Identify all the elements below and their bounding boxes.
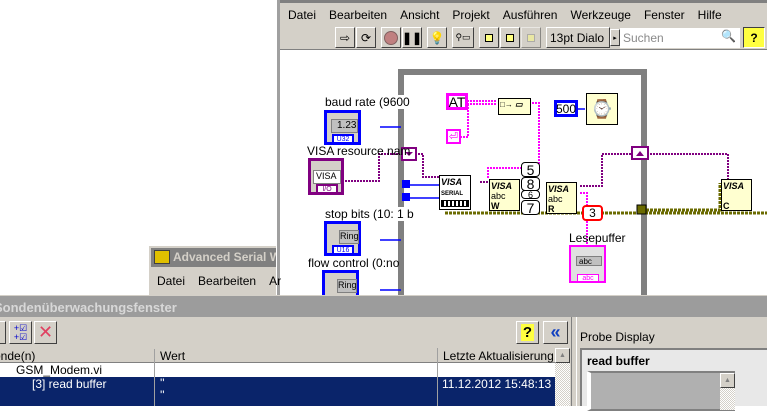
labview-icon [154, 250, 170, 264]
visa-resource-control[interactable]: VISA I/O [308, 158, 344, 195]
serial-menu-datei[interactable]: Datei [157, 274, 185, 288]
flow-control-label: flow control (0:no [308, 256, 400, 270]
visa-read-node[interactable]: VISA abc R [546, 182, 577, 214]
table-scrollbar[interactable]: ▲ [555, 348, 570, 406]
scroll-up-button[interactable]: ▲ [555, 348, 570, 363]
collapse-button[interactable]: « [543, 321, 568, 344]
visa-resource-label: VISA resource nam [307, 144, 411, 158]
delete-probe-button[interactable]: ✕ [34, 321, 57, 344]
probe-3[interactable]: 3 [582, 205, 603, 221]
probe-scroll-up-button[interactable]: ▲ [720, 373, 735, 388]
column-header-value[interactable]: Wert [160, 349, 185, 363]
serial-window: Advanced Serial W Datei Bearbeiten Ar [148, 245, 281, 296]
timeout-constant[interactable]: 500 [554, 100, 578, 117]
read-buffer-indicator-label: Lesepuffer [569, 231, 626, 245]
at-string-constant[interactable]: AT [446, 93, 468, 110]
stop-bits-label: stop bits (10: 1 b [325, 207, 414, 221]
baud-rate-control[interactable]: 1.23 U32 [324, 110, 361, 145]
loop-tunnel [636, 204, 647, 215]
constant-8[interactable]: 8 [521, 176, 540, 192]
splitter[interactable] [571, 317, 577, 406]
serial-menu-bearbeiten[interactable]: Bearbeiten [198, 274, 256, 288]
constant-6[interactable]: 6 [521, 190, 540, 199]
column-header-probe[interactable]: Sonde(n) [0, 349, 155, 363]
close-icon: ✕ [37, 322, 54, 342]
stop-bits-control[interactable]: Ring U16 [324, 221, 361, 256]
probe-display-title: Probe Display [580, 330, 655, 344]
serial-menu-ar[interactable]: Ar [269, 274, 281, 288]
probe-display-scrollbar[interactable]: ▲ [720, 373, 735, 410]
table-row-selected[interactable]: [3] read buffer '' '' 11.12.2012 15:48:1… [0, 377, 555, 406]
wait-ms-node[interactable]: ⌚ [586, 93, 618, 125]
block-diagram-window: Datei Bearbeiten Ansicht Projekt Ausführ… [277, 0, 767, 300]
add-probe-button[interactable]: +☑ +☑ [9, 321, 32, 344]
baud-rate-label: baud rate (9600 [325, 95, 410, 109]
probe-table: Sonde(n) Wert Letzte Aktualisierung GSM_… [0, 348, 570, 406]
probe-watch-window: Sondenüberwachungsfenster +☑+☑ ✕ ? « Son… [0, 295, 767, 411]
probe-window-titlebar[interactable]: Sondenüberwachungsfenster [0, 295, 767, 317]
visa-close-node[interactable]: VISA C [721, 179, 752, 211]
column-header-last-update[interactable]: Letzte Aktualisierung [437, 348, 555, 363]
probe-button-partial[interactable] [0, 321, 6, 344]
concatenate-strings-node[interactable]: □→ ▭ [498, 98, 531, 115]
read-buffer-indicator[interactable]: abc abc [569, 245, 606, 283]
serial-window-titlebar[interactable]: Advanced Serial W [151, 248, 276, 267]
probe-display-label: read buffer [587, 354, 650, 368]
read-buffer-string-display [587, 371, 735, 411]
visa-write-node[interactable]: VISA abc W [489, 179, 520, 211]
constant-5[interactable]: 5 [521, 162, 540, 178]
enter-constant[interactable]: ⏎ [446, 129, 461, 144]
visa-configure-serial-node[interactable]: VISA SERIAL [439, 175, 471, 210]
constant-7[interactable]: 7 [521, 200, 540, 216]
table-row[interactable]: GSM_Modem.vi [0, 363, 555, 377]
help-button[interactable]: ? [516, 321, 539, 344]
probe-display-panel: read buffer ▲ [580, 348, 767, 411]
